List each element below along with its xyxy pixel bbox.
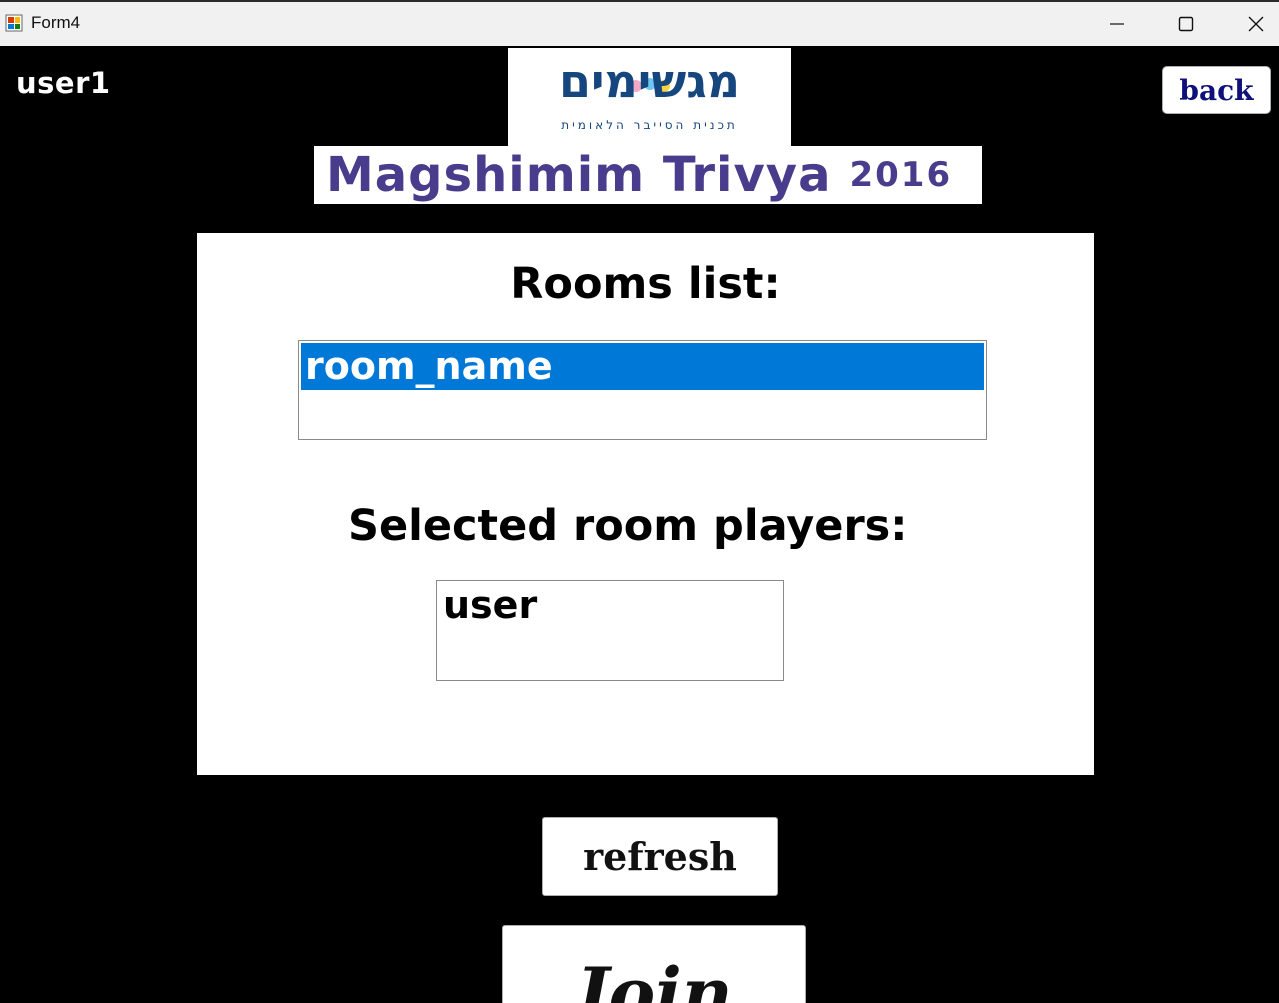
selected-room-players-label: Selected room players: [348, 501, 908, 551]
magshimim-logo: מגשימים תכנית הסייבר הלאומית [508, 48, 791, 146]
minimize-icon [1110, 23, 1124, 25]
maximize-button[interactable] [1151, 2, 1221, 46]
back-button[interactable]: back [1162, 66, 1271, 114]
maximize-icon [1178, 16, 1194, 32]
players-listbox[interactable]: user [436, 580, 784, 681]
window-titlebar[interactable]: Form4 [0, 0, 1279, 46]
window-title: Form4 [31, 13, 81, 32]
close-icon [1248, 16, 1264, 32]
close-button[interactable] [1221, 2, 1279, 46]
refresh-button[interactable]: refresh [542, 817, 778, 896]
username-label: user1 [16, 66, 111, 100]
minimize-button[interactable] [1082, 2, 1152, 46]
rooms-listbox[interactable]: room_name [298, 340, 987, 440]
room-list-item[interactable]: room_name [301, 343, 984, 390]
join-button[interactable]: Join [502, 925, 806, 1003]
form-client-area: user1 back מגשימים תכנית הסייבר הלאומית … [0, 46, 1279, 1003]
app-title: Magshimim Trivya [326, 147, 832, 203]
rooms-panel: Rooms list: room_name Selected room play… [197, 233, 1094, 775]
rooms-list-label: Rooms list: [510, 259, 781, 309]
app-title-year: 2016 [849, 155, 953, 195]
logo-subtitle: תכנית הסייבר הלאומית [561, 118, 738, 132]
app-title-banner: Magshimim Trivya 2016 [314, 146, 982, 204]
logo-hebrew-text: מגשימים [558, 54, 741, 108]
player-list-item[interactable]: user [439, 583, 781, 627]
app-icon [5, 14, 23, 32]
